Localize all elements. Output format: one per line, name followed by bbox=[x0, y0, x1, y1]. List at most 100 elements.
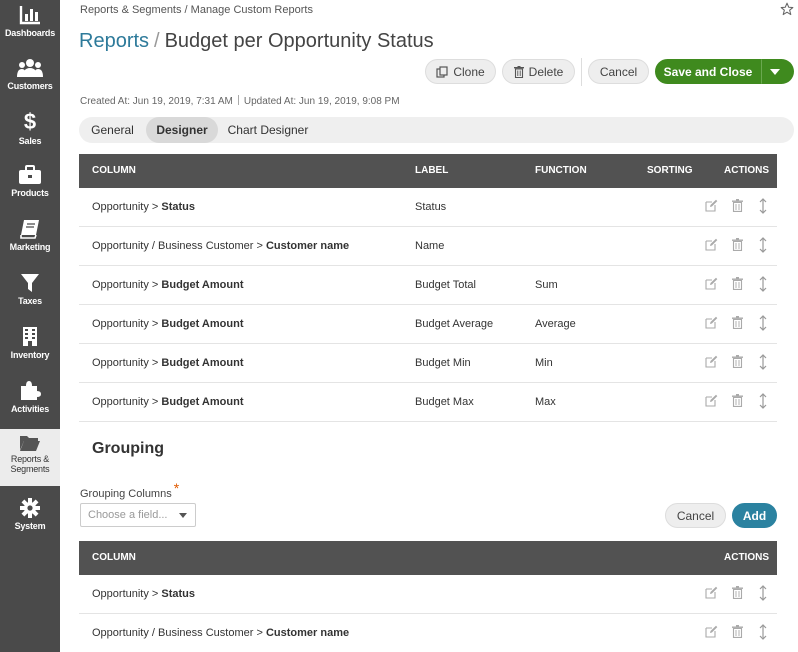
delete-button[interactable]: Delete bbox=[502, 59, 575, 84]
edit-button[interactable] bbox=[705, 238, 718, 254]
sidebar: Dashboards Customers $ Sales Products Ma… bbox=[0, 0, 60, 652]
nav-marketing[interactable]: Marketing bbox=[0, 217, 60, 271]
cancel-button[interactable]: Cancel bbox=[588, 59, 649, 84]
nav-system[interactable]: System bbox=[0, 496, 60, 550]
table-row: Opportunity > Budget Amount Budget Total S… bbox=[79, 266, 777, 305]
nav-label: Sales bbox=[18, 136, 42, 146]
drag-handle[interactable] bbox=[759, 315, 767, 334]
header-actions: ACTIONS bbox=[724, 552, 769, 563]
grouping-field-select[interactable]: Choose a field... bbox=[80, 503, 196, 527]
nav-label: Dashboards bbox=[4, 28, 55, 38]
nav-label: Reports & Segments bbox=[11, 454, 50, 474]
edit-icon bbox=[705, 277, 718, 290]
column-path: Opportunity / Business Customer > bbox=[92, 627, 263, 639]
column-path-cell: Opportunity > Budget Amount bbox=[92, 318, 243, 330]
clone-button[interactable]: Clone bbox=[425, 59, 496, 84]
nav-customers[interactable]: Customers bbox=[0, 56, 60, 110]
nav-label: System bbox=[14, 521, 46, 531]
move-icon bbox=[759, 354, 767, 370]
table-row: Opportunity / Business Customer > Custom… bbox=[79, 227, 777, 266]
drag-handle[interactable] bbox=[759, 237, 767, 256]
nav-label-line2: Segments bbox=[10, 464, 50, 474]
drag-handle[interactable] bbox=[759, 354, 767, 373]
table-body: Opportunity > Status Status Opportunity / … bbox=[79, 188, 777, 422]
tab-chart-designer[interactable]: Chart Designer bbox=[218, 117, 318, 143]
clone-icon bbox=[436, 65, 448, 78]
column-path-cell: Opportunity / Business Customer > Custom… bbox=[92, 627, 349, 639]
column-function-cell: Average bbox=[535, 318, 576, 330]
move-icon bbox=[759, 315, 767, 331]
grouping-table: COLUMN ACTIONS Opportunity > Status Oppor… bbox=[79, 541, 777, 652]
column-path-cell: Opportunity / Business Customer > Custom… bbox=[92, 240, 349, 252]
grouping-add-button[interactable]: Add bbox=[732, 503, 777, 528]
main-content: Reports & Segments / Manage Custom Repor… bbox=[60, 0, 798, 652]
save-options-dropdown[interactable] bbox=[761, 59, 794, 84]
dollar-icon: $ bbox=[24, 109, 36, 133]
column-path: Opportunity > bbox=[92, 357, 159, 369]
edit-button[interactable] bbox=[705, 394, 718, 410]
updated-at: Updated At: Jun 19, 2019, 9:08 PM bbox=[243, 96, 400, 107]
edit-icon bbox=[705, 316, 718, 329]
table-row: Opportunity > Budget Amount Budget Averag… bbox=[79, 305, 777, 344]
gear-icon bbox=[20, 498, 40, 518]
edit-button[interactable] bbox=[705, 316, 718, 332]
delete-label: Delete bbox=[528, 64, 564, 79]
nav-activities[interactable]: Activities bbox=[0, 378, 60, 432]
table-body: Opportunity > Status Opportunity / Busine… bbox=[79, 575, 777, 652]
column-field: Budget Amount bbox=[161, 318, 244, 330]
drag-handle[interactable] bbox=[759, 276, 767, 295]
trash-icon bbox=[732, 625, 743, 638]
edit-button[interactable] bbox=[705, 355, 718, 371]
drag-handle[interactable] bbox=[759, 624, 767, 643]
breadcrumb[interactable]: Reports & Segments / Manage Custom Repor… bbox=[80, 4, 313, 16]
delete-row-button[interactable] bbox=[732, 238, 743, 254]
nav-reports-segments[interactable]: Reports & Segments bbox=[0, 429, 60, 486]
column-field: Customer name bbox=[265, 240, 350, 252]
move-icon bbox=[759, 393, 767, 409]
column-path: Opportunity > bbox=[92, 318, 159, 330]
nav-taxes[interactable]: Taxes bbox=[0, 271, 60, 325]
table-row: Opportunity > Budget Amount Budget Min Min bbox=[79, 344, 777, 383]
drag-handle[interactable] bbox=[759, 393, 767, 412]
header-sorting[interactable]: SORTING bbox=[647, 165, 693, 176]
nav-products[interactable]: Products bbox=[0, 163, 60, 217]
created-at: Created At: Jun 19, 2019, 7:31 AM bbox=[80, 96, 233, 107]
edit-button[interactable] bbox=[705, 586, 718, 602]
grouping-cancel-button[interactable]: Cancel bbox=[665, 503, 726, 528]
delete-row-button[interactable] bbox=[732, 625, 743, 641]
tab-general[interactable]: General bbox=[79, 117, 146, 143]
users-icon bbox=[17, 59, 43, 77]
delete-row-button[interactable] bbox=[732, 394, 743, 410]
delete-row-button[interactable] bbox=[732, 316, 743, 332]
meta-divider bbox=[237, 95, 239, 105]
column-path-cell: Opportunity > Budget Amount bbox=[92, 279, 243, 291]
edit-icon bbox=[705, 199, 718, 212]
save-and-close-button[interactable]: Save and Close bbox=[655, 59, 761, 84]
column-label-cell: Name bbox=[415, 240, 445, 252]
nav-dashboards[interactable]: Dashboards bbox=[0, 2, 60, 56]
delete-row-button[interactable] bbox=[732, 355, 743, 371]
drag-handle[interactable] bbox=[759, 585, 767, 604]
nav-label: Inventory bbox=[10, 350, 50, 360]
title-reports-link[interactable]: Reports bbox=[79, 30, 149, 52]
move-icon bbox=[759, 276, 767, 292]
nav-label: Marketing bbox=[9, 242, 51, 252]
grouping-columns-label-text: Grouping Columns bbox=[80, 488, 172, 500]
star-icon[interactable] bbox=[780, 2, 794, 16]
column-function-cell: Max bbox=[535, 396, 556, 408]
column-path-cell: Opportunity > Budget Amount bbox=[92, 357, 243, 369]
delete-row-button[interactable] bbox=[732, 199, 743, 215]
edit-button[interactable] bbox=[705, 625, 718, 641]
tab-designer[interactable]: Designer bbox=[146, 117, 218, 143]
delete-row-button[interactable] bbox=[732, 277, 743, 293]
title-separator: / bbox=[154, 30, 160, 52]
delete-row-button[interactable] bbox=[732, 586, 743, 602]
nav-sales[interactable]: $ Sales bbox=[0, 109, 60, 163]
nav-inventory[interactable]: Inventory bbox=[0, 325, 60, 379]
column-field: Status bbox=[161, 201, 196, 213]
trash-icon bbox=[732, 394, 743, 407]
edit-button[interactable] bbox=[705, 277, 718, 293]
edit-button[interactable] bbox=[705, 199, 718, 215]
drag-handle[interactable] bbox=[759, 198, 767, 217]
puzzle-icon bbox=[21, 381, 41, 400]
